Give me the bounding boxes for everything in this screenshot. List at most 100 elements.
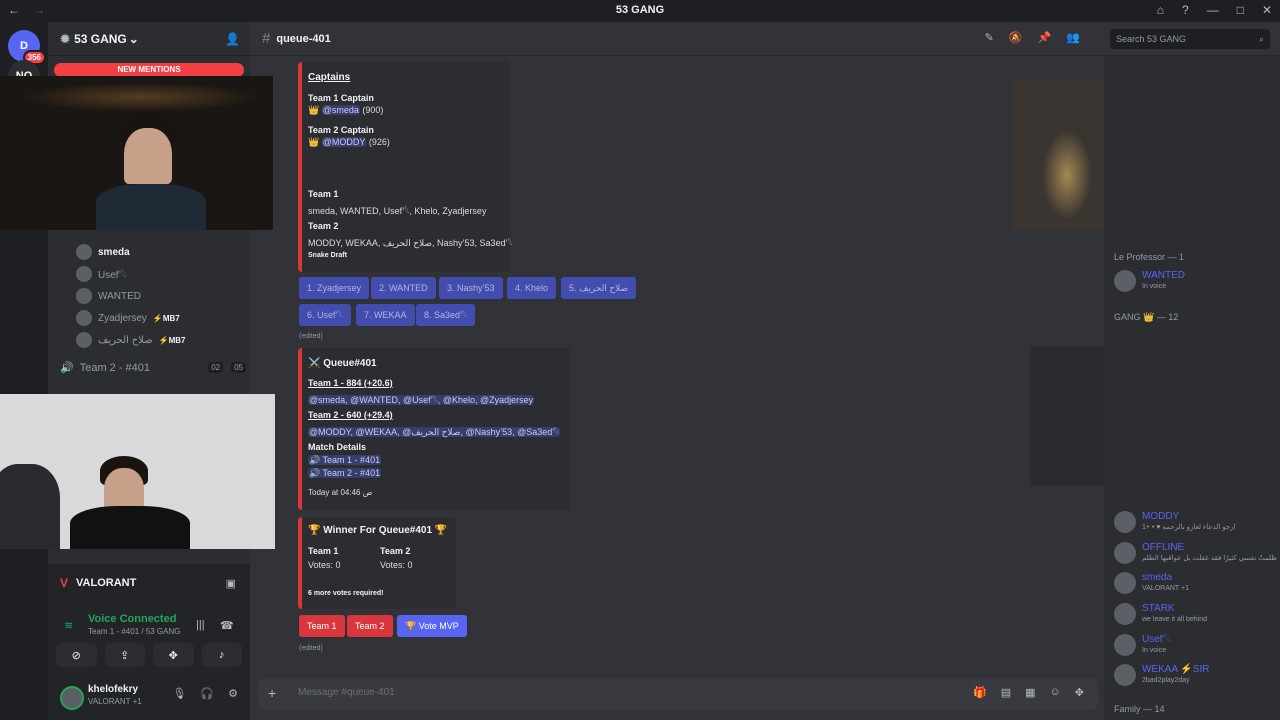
- member-list: Le Professor — 1 WANTED In voice GANG 👑 —…: [1104, 56, 1280, 720]
- pick-button[interactable]: 5. صلاح الحريف: [561, 277, 637, 299]
- voice-channel-link[interactable]: 🔊 Team 1 - #401: [308, 455, 382, 465]
- home-button[interactable]: D 356: [8, 30, 46, 65]
- pick-button[interactable]: 8. Sa3ed’𓆩: [416, 304, 476, 326]
- new-mentions-bar[interactable]: NEW MENTIONS: [54, 63, 244, 77]
- pin-icon[interactable]: 📌: [1038, 31, 1052, 44]
- member-item[interactable]: smeda VALORANT +1: [1114, 572, 1189, 594]
- member-group-heading: GANG 👑 — 12: [1114, 312, 1179, 322]
- string-lights: [20, 82, 260, 112]
- voice-channel-team2[interactable]: 🔊 Team 2 - #401 02 05: [60, 361, 246, 374]
- pick-button[interactable]: 3. Nashy’53: [439, 277, 503, 299]
- close-button[interactable]: ✕: [1262, 3, 1272, 17]
- user-mention[interactable]: @smeda: [321, 105, 360, 115]
- headphones-icon[interactable]: 🎧: [200, 687, 214, 700]
- help-icon[interactable]: ?: [1182, 3, 1189, 17]
- member-item[interactable]: WEKAA ⚡SIR 2bad2play2day: [1114, 664, 1209, 686]
- member-item[interactable]: Usef’𓆩 In voice: [1114, 634, 1171, 656]
- screen-icon[interactable]: ▣: [226, 577, 236, 590]
- disconnect-icon[interactable]: ☎: [220, 619, 234, 632]
- member-name: WEKAA ⚡SIR: [1142, 664, 1210, 675]
- header-tools: ✎ 🔕 📌 👥: [985, 31, 1080, 44]
- inbox-icon[interactable]: ⌂: [1157, 3, 1164, 17]
- shirt: [70, 506, 190, 549]
- game-activity: V VALORANT: [60, 576, 136, 590]
- activities-button[interactable]: ✥: [153, 643, 194, 667]
- chair: [0, 464, 60, 549]
- pick-button[interactable]: 2. WANTED: [371, 277, 436, 299]
- voice-action-row: ⊘ ⇪ ✥ ♪: [56, 643, 242, 667]
- user-mention[interactable]: @MODDY: [321, 137, 367, 147]
- add-member-icon[interactable]: 👤: [225, 32, 240, 46]
- voice-user[interactable]: smeda: [76, 244, 130, 260]
- member-status: In voice: [1142, 647, 1167, 654]
- member-item[interactable]: OFFLINE ظلمتُ نفسي كثيرًا فقد غفلت بل عوا…: [1114, 542, 1277, 564]
- server-header[interactable]: ✹ 53 GANG ⌄ 👤: [48, 22, 250, 56]
- channel-header: # queue-401 ✎ 🔕 📌 👥 Search 53 GANG ⌕: [250, 22, 1280, 56]
- chevron-down-icon: ⌄: [128, 31, 139, 46]
- team2-vote-label: Team 2: [380, 546, 411, 556]
- user-mentions[interactable]: @MODDY, @WEKAA, @صلاح الحريف, @Nashy’53,…: [308, 427, 561, 437]
- emoji-icon[interactable]: ☺: [1050, 686, 1061, 699]
- team1-captain-label: Team 1 Captain: [308, 93, 374, 103]
- avatar[interactable]: [60, 686, 84, 710]
- server-name: 53 GANG: [74, 31, 127, 46]
- attach-plus-icon[interactable]: +: [268, 685, 276, 701]
- voice-user[interactable]: WANTED: [76, 288, 141, 304]
- user-controls: 🎙 🎧 ⚙: [172, 687, 238, 700]
- pick-button[interactable]: 6. Usef’𓆩: [299, 304, 351, 326]
- user-mentions[interactable]: @smeda, @WANTED, @Usef’𓆩, @Khelo, @Zyadj…: [308, 395, 535, 405]
- member-status: we leave it all behind: [1142, 616, 1207, 623]
- share-screen-button[interactable]: ⇪: [104, 643, 145, 667]
- gif-icon[interactable]: ▤: [1001, 686, 1011, 699]
- voice-user[interactable]: Zyadjersey ⚡MB7: [76, 310, 180, 326]
- avatar: [76, 266, 92, 282]
- members-icon[interactable]: 👥: [1066, 31, 1080, 44]
- voice-user[interactable]: صلاح الحريف ⚡MB7: [76, 332, 185, 348]
- webcam-overlay-top-left: [0, 76, 273, 230]
- microphone-icon[interactable]: 🎙: [172, 687, 186, 700]
- game-name: VALORANT: [76, 577, 137, 589]
- voice-channel-link[interactable]: 🔊 Team 2 - #401: [308, 468, 382, 478]
- member-item[interactable]: MODDY ارجو الدعاء لعارو بالرحمه ♥ • +1: [1114, 511, 1236, 533]
- minimize-button[interactable]: —: [1207, 3, 1219, 17]
- embed-title: 🏆 Winner For Queue#401 🏆: [308, 525, 448, 536]
- vote-team2-button[interactable]: Team 2: [347, 615, 393, 637]
- vote-mvp-button[interactable]: 🏆 Vote MVP: [397, 615, 467, 637]
- voice-location[interactable]: Team 1 - #401 / 53 GANG: [88, 627, 181, 636]
- voice-user[interactable]: Usef’𓆩: [76, 266, 127, 282]
- maximize-button[interactable]: □: [1237, 3, 1244, 17]
- user-count: 02: [208, 362, 224, 373]
- pick-button[interactable]: 7. WEKAA: [356, 304, 415, 326]
- voice-user-name: Zyadjersey: [98, 312, 147, 324]
- sticker-icon[interactable]: ▦: [1025, 686, 1035, 699]
- vote-team1-button[interactable]: Team 1: [299, 615, 345, 637]
- match-details-heading: Match Details: [308, 442, 367, 452]
- pick-button[interactable]: 4. Khelo: [507, 277, 557, 299]
- camera-off-button[interactable]: ⊘: [56, 643, 97, 667]
- soundboard-button[interactable]: ♪: [201, 643, 242, 667]
- member-item[interactable]: WANTED In voice: [1114, 270, 1185, 292]
- avatar: [76, 288, 92, 304]
- embed-title: ⚔️ Queue#401: [308, 358, 377, 369]
- search-input[interactable]: Search 53 GANG ⌕: [1110, 29, 1270, 49]
- webcam-overlay-bottom-left: [0, 394, 275, 549]
- team2-heading: Team 2: [308, 221, 339, 231]
- threads-icon[interactable]: ✎: [985, 31, 994, 44]
- noise-icon[interactable]: |||: [196, 619, 205, 631]
- signal-icon[interactable]: ≋: [64, 619, 73, 632]
- lamp-glow: [1042, 130, 1092, 220]
- member-name: MODDY: [1142, 511, 1180, 522]
- mute-bell-icon[interactable]: 🔕: [1009, 31, 1023, 44]
- pick-button[interactable]: 1. Zyadjersey: [299, 277, 370, 299]
- team2-players: MODDY, WEKAA, صلاح الحريف, Nashy’53, Sa3…: [308, 238, 513, 248]
- member-group-heading: Family — 14: [1114, 704, 1165, 714]
- message-composer[interactable]: + Message #queue-401 🎁 ▤ ▦ ☺ ✥: [258, 678, 1098, 710]
- apps-icon[interactable]: ✥: [1075, 686, 1084, 699]
- member-status: In voice: [1142, 283, 1167, 290]
- gear-icon[interactable]: ⚙: [228, 687, 238, 700]
- gift-icon[interactable]: 🎁: [973, 686, 987, 699]
- user-panel: khelofekry VALORANT +1 🎙 🎧 ⚙: [48, 680, 250, 720]
- team2-captain-label: Team 2 Captain: [308, 125, 374, 135]
- member-item[interactable]: STARK we leave it all behind: [1114, 603, 1207, 625]
- message-input[interactable]: Message #queue-401: [298, 687, 395, 698]
